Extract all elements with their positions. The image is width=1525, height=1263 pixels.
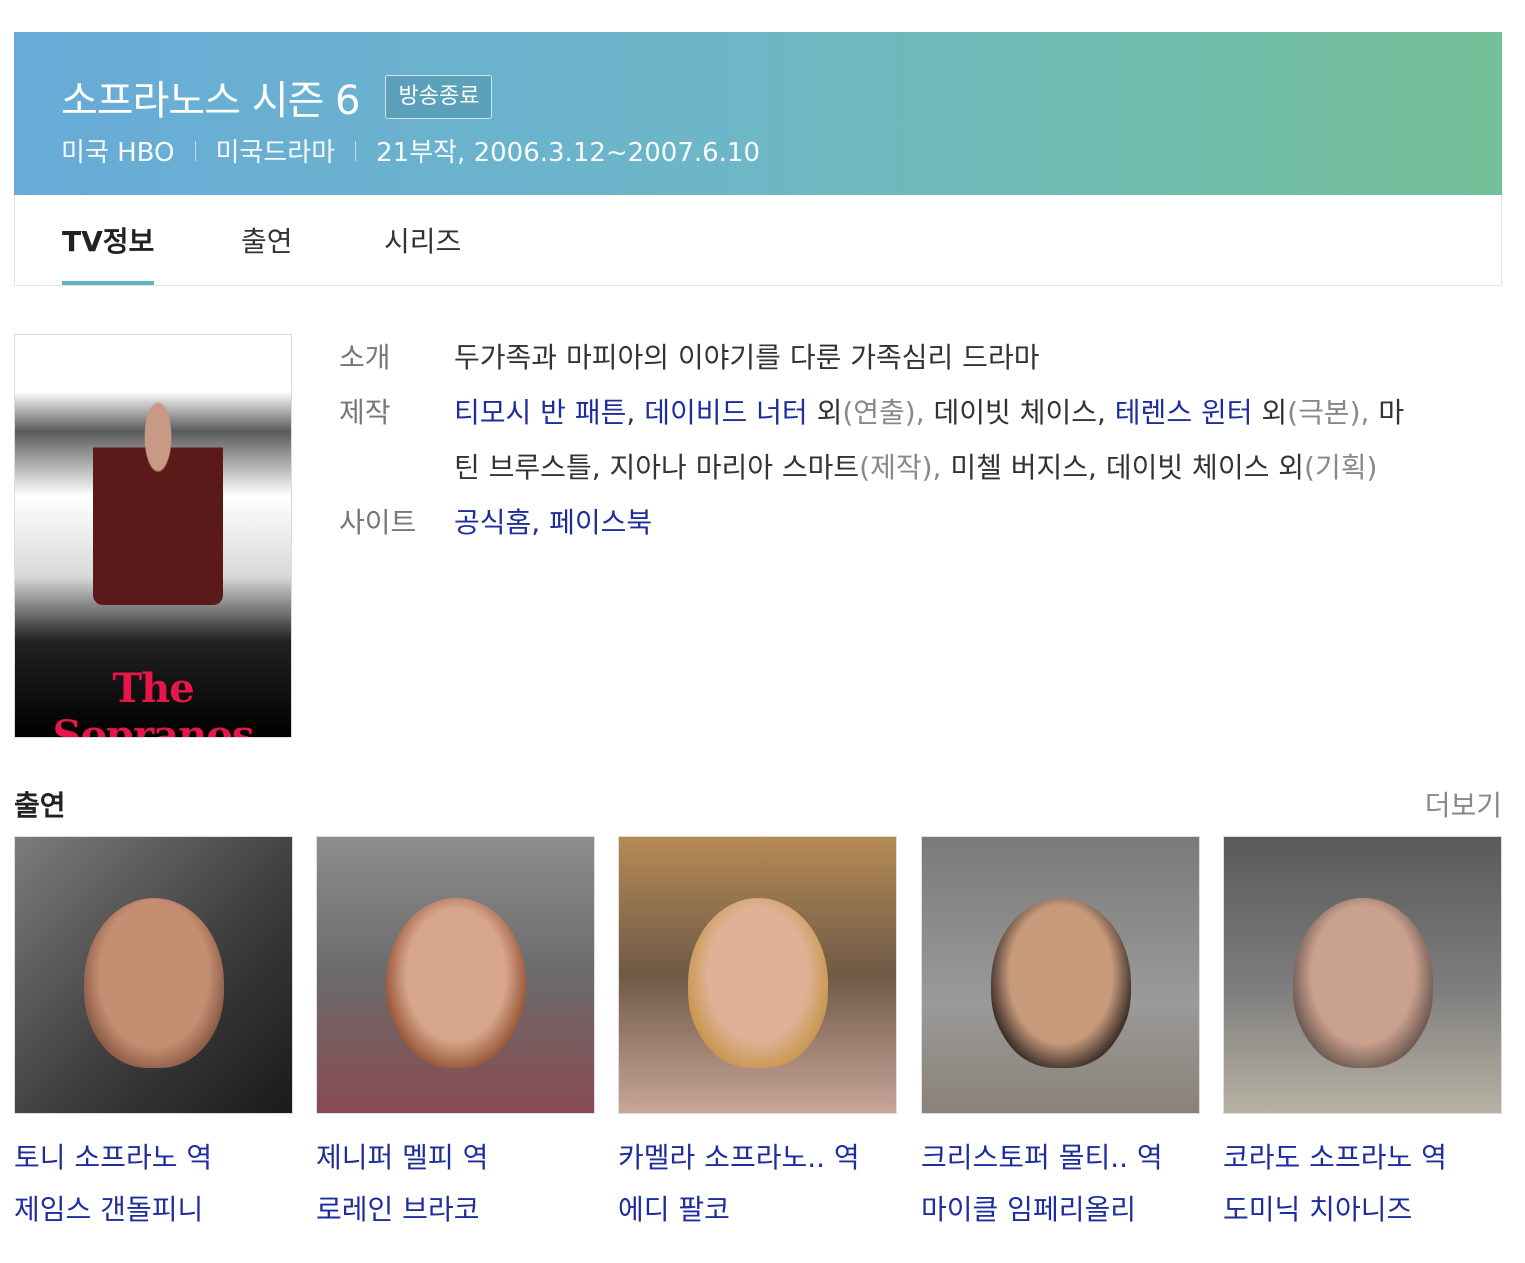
cast-role[interactable]: 크리스토퍼 몰티.. 역 [921,1136,1200,1176]
status-badge: 방송종료 [385,75,493,119]
broadcaster: 미국 HBO [61,138,175,168]
role-text: (제작), [859,451,942,484]
info-section: 소개 두가족과 마피아의 이야기를 다룬 가족심리 드라마 제작 티모시 반 패… [339,330,1419,550]
planner-name: 미첼 버지스, [950,451,1097,484]
cast-name[interactable]: 도미닉 치아니즈 [1223,1188,1502,1228]
cast-photo[interactable] [1223,836,1502,1114]
official-site-link[interactable]: 공식홈, [454,506,540,539]
cast-name[interactable]: 제임스 갠돌피니 [14,1188,293,1228]
site-links: 공식홈, 페이스북 [454,495,1419,550]
writer-link[interactable]: 테렌스 윈터 [1115,396,1253,429]
cast-photo[interactable] [921,836,1200,1114]
producer-name: 지아나 마리아 스마트 [609,451,860,484]
meta-info: 미국 HBO 미국드라마 21부작, 2006.3.12~2007.6.10 [61,132,760,169]
etc-text: 외 [1278,451,1305,484]
cast-photo[interactable] [14,836,293,1114]
meta-divider [355,140,357,161]
poster-image[interactable]: The Sopranos [14,334,292,738]
cast-card[interactable]: 코라도 소프라노 역 도미닉 치아니즈 [1223,836,1502,1228]
cast-name[interactable]: 마이클 임페리올리 [921,1188,1200,1228]
more-link[interactable]: 더보기 [1425,784,1502,824]
facebook-link[interactable]: 페이스북 [549,506,652,539]
site-row: 사이트 공식홈, 페이스북 [339,495,1419,550]
cast-photo[interactable] [618,836,897,1114]
intro-row: 소개 두가족과 마피아의 이야기를 다룬 가족심리 드라마 [339,330,1419,385]
etc-text: 외 [1261,396,1288,429]
cast-card[interactable]: 토니 소프라노 역 제임스 갠돌피니 [14,836,293,1228]
planner-name: 데이빗 체이스 [1105,451,1270,484]
intro-label: 소개 [339,341,391,374]
cast-header: 출연 더보기 [14,784,1502,824]
poster-logo: The Sopranos [52,665,255,738]
cast-section-title: 출연 [14,789,66,822]
cast-card[interactable]: 카멜라 소프라노.. 역 에디 팔코 [618,836,897,1228]
intro-text: 두가족과 마피아의 이야기를 다룬 가족심리 드라마 [454,341,1040,374]
tab-bar: TV정보 출연 시리즈 [14,195,1502,286]
portrait-face [687,897,828,1068]
role-text: (기획) [1304,451,1378,484]
cast-role[interactable]: 카멜라 소프라노.. 역 [618,1136,897,1176]
portrait-face [385,897,526,1068]
cast-card[interactable]: 크리스토퍼 몰티.. 역 마이클 임페리올리 [921,836,1200,1228]
tab-series[interactable]: 시리즈 [384,195,461,285]
poster-figure [93,395,223,605]
site-label: 사이트 [339,506,417,539]
director-link[interactable]: 티모시 반 패튼 [454,396,626,429]
portrait-face [83,897,224,1068]
episode-info: 21부작, 2006.3.12~2007.6.10 [376,138,761,168]
portrait-face [990,897,1131,1068]
role-text: (연출), [842,396,925,429]
director-link[interactable]: 데이비드 너터 [644,396,807,429]
writer-name: 데이빗 체이스, [933,396,1106,429]
cast-photo[interactable] [316,836,595,1114]
cast-role[interactable]: 토니 소프라노 역 [14,1136,293,1176]
cast-name[interactable]: 에디 팔코 [618,1188,897,1228]
title-banner: 소프라노스 시즌 6 방송종료 미국 HBO 미국드라마 21부작, 2006.… [14,32,1502,195]
tab-tv-info[interactable]: TV정보 [62,195,155,285]
cast-card[interactable]: 제니퍼 멜피 역 로레인 브라코 [316,836,595,1228]
cast-name[interactable]: 로레인 브라코 [316,1188,595,1228]
role-text: (극본), [1287,396,1370,429]
genre: 미국드라마 [215,138,336,168]
title-row: 소프라노스 시즌 6 방송종료 [61,68,493,126]
cast-role[interactable]: 제니퍼 멜피 역 [316,1136,595,1176]
meta-divider [194,140,196,161]
tab-cast[interactable]: 출연 [241,195,293,285]
production-row: 제작 티모시 반 패튼, 데이비드 너터 외(연출), 데이빗 체이스, 테렌스… [339,385,1419,495]
cast-role[interactable]: 코라도 소프라노 역 [1223,1136,1502,1176]
portrait-face [1292,897,1433,1068]
page-title: 소프라노스 시즌 6 [61,78,360,124]
production-label: 제작 [339,396,391,429]
etc-text: 외 [816,396,843,429]
production-text: 티모시 반 패튼, 데이비드 너터 외(연출), 데이빗 체이스, 테렌스 윈터… [454,396,1405,484]
